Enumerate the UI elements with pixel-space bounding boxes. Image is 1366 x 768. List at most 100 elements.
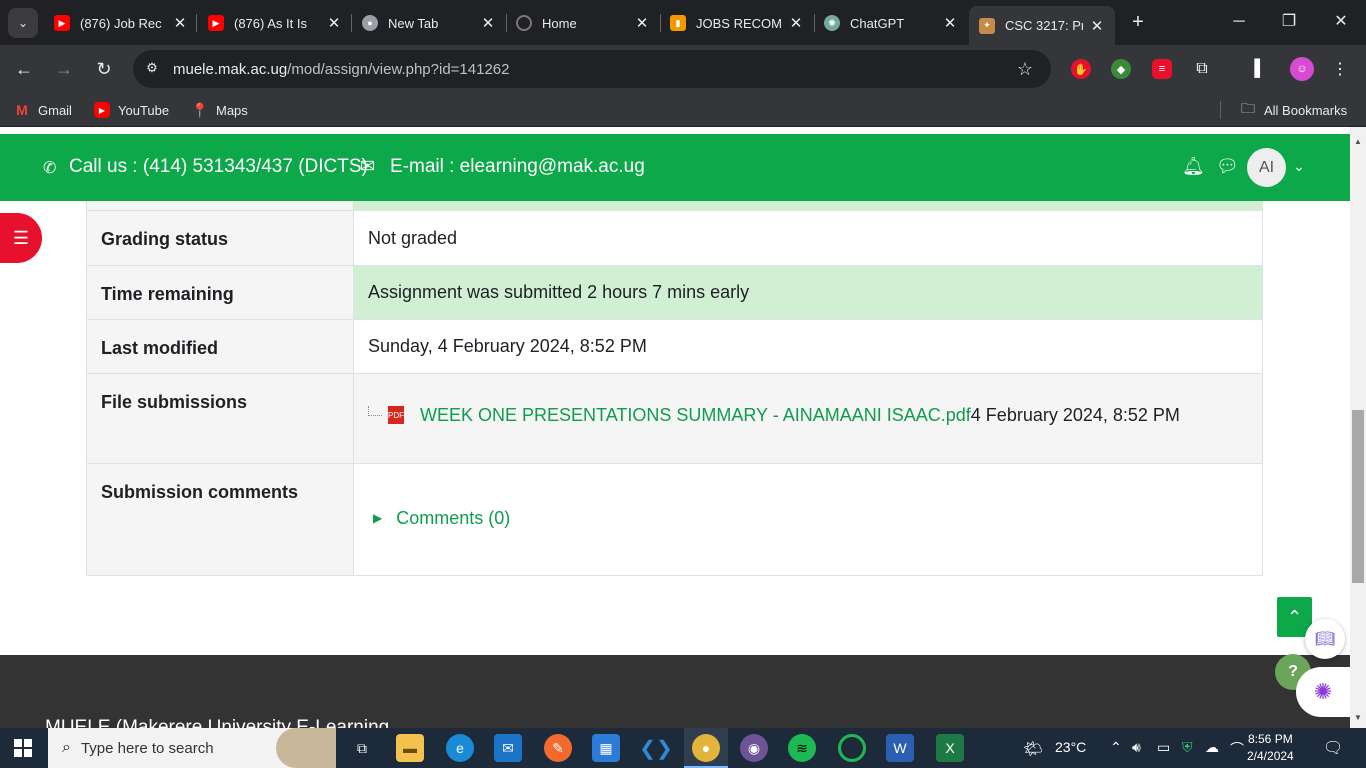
url-text[interactable]: muele.mak.ac.ug/mod/assign/view.php?id=1… [173, 61, 1013, 78]
address-bar[interactable]: ⚙ muele.mak.ac.ug/mod/assign/view.php?id… [133, 50, 1051, 88]
volume-icon[interactable]: 🔊︎ [1132, 739, 1141, 756]
profile-avatar-icon[interactable]: ☺ [1290, 57, 1314, 81]
weather-temp[interactable]: 23°C [1055, 739, 1086, 755]
task-view-icon[interactable]: ⧉ [348, 734, 376, 762]
scroll-up-icon[interactable]: ▲ [1354, 137, 1362, 146]
close-icon[interactable]: ✕ [788, 14, 804, 32]
wifi-icon[interactable]: ⌒ [1230, 739, 1244, 759]
reader-icon[interactable]: 📖︎ [1305, 619, 1345, 659]
mail-icon[interactable]: ✉ [494, 734, 522, 762]
tab-6[interactable]: ✺ ChatGPT ✕ [814, 6, 968, 40]
user-avatar[interactable]: AI [1247, 148, 1286, 187]
tab-title: JOBS RECOM [696, 15, 782, 31]
bell-icon[interactable]: 🔔︎ [1182, 156, 1205, 177]
windows-start-icon[interactable] [14, 739, 32, 757]
gmail-icon: M [16, 102, 28, 118]
close-icon[interactable]: ✕ [1089, 17, 1105, 35]
site-footer: MUELE (Makerere University E-Learning [0, 655, 1350, 728]
message-icon[interactable]: 💬︎ [1216, 156, 1239, 177]
chevron-down-icon: ⌄ [17, 16, 29, 30]
cloud-icon[interactable]: ☁ [1205, 739, 1219, 756]
comments-label: Comments (0) [396, 507, 511, 528]
bookmark-label: YouTube [118, 102, 170, 118]
edge-icon[interactable]: e [446, 734, 474, 762]
url-path: /mod/assign/view.php?id=141262 [287, 60, 510, 78]
close-icon[interactable]: ✕ [634, 14, 650, 32]
file-explorer-icon[interactable]: ▬ [396, 734, 424, 762]
tab-1[interactable]: ▶ (876) Job Rec ✕ [44, 6, 198, 40]
forward-button[interactable]: → [50, 55, 78, 83]
spotify-icon[interactable]: ≋ [788, 734, 816, 762]
site-info-icon[interactable]: ⚙ [143, 60, 161, 78]
bookmark-gmail[interactable]: M Gmail [14, 101, 72, 119]
vscode-icon[interactable]: ❮❯ [639, 734, 673, 762]
search-icon: ⌕ [62, 739, 71, 756]
brush-app-icon[interactable]: ✎ [544, 734, 572, 762]
extensions-puzzle-icon[interactable]: ⧉ [1192, 59, 1212, 79]
folder-icon: 🗀 [1241, 100, 1255, 116]
close-icon[interactable]: ✕ [480, 14, 496, 32]
table-row: Time remaining Assignment was submitted … [86, 264, 1263, 320]
email-text: E-mail : elearning@mak.ac.ug [390, 156, 645, 177]
bookmark-label: Gmail [38, 102, 72, 118]
search-highlight-image [276, 728, 336, 768]
tray-chevron-up-icon[interactable]: ⌃ [1110, 739, 1122, 756]
book-icon: ▮ [670, 15, 686, 31]
menu-kebab-icon[interactable]: ⋮ [1330, 59, 1350, 79]
extension-colorful-icon[interactable]: ◆ [1111, 59, 1131, 79]
close-icon[interactable]: ✕ [172, 14, 188, 32]
extension-hand-icon[interactable]: ✋ [1071, 59, 1091, 79]
brain-icon[interactable]: ✺ [1296, 667, 1350, 717]
bookmark-maps[interactable]: 📍 Maps [191, 101, 248, 119]
minimize-button[interactable]: ─ [1216, 8, 1262, 36]
row-value: Assignment was submitted 2 hours 7 mins … [353, 264, 1263, 320]
mail-icon: ✉ [360, 156, 376, 176]
security-shield-icon[interactable]: ⛨ [1182, 739, 1193, 756]
word-icon[interactable]: W [886, 734, 914, 762]
tab-search-button[interactable]: ⌄ [8, 8, 38, 38]
chevron-down-icon[interactable]: ⌄ [1293, 158, 1305, 175]
row-value: PDF WEEK ONE PRESENTATIONS SUMMARY - AIN… [353, 372, 1263, 464]
chrome-icon[interactable]: ● [692, 734, 720, 762]
store-icon[interactable]: ▦ [592, 734, 620, 762]
page-scrollbar[interactable]: ▲ ▼ [1350, 127, 1366, 728]
scroll-thumb[interactable] [1352, 410, 1364, 583]
site-header: ✆ Call us : (414) 531343/437 (DICTS) ✉ E… [0, 134, 1350, 201]
tab-2[interactable]: ▶ (876) As It Is ✕ [198, 6, 352, 40]
close-icon[interactable]: ✕ [942, 14, 958, 32]
excel-icon[interactable]: X [936, 734, 964, 762]
tab-7-active[interactable]: ✦ CSC 3217: Pr ✕ [969, 6, 1115, 45]
notification-icon[interactable]: 🗨︎ [1323, 738, 1343, 758]
comments-toggle[interactable]: ▶ Comments (0) [368, 508, 1248, 529]
side-panel-icon[interactable]: ▌ [1250, 59, 1270, 79]
scroll-down-icon[interactable]: ▼ [1354, 713, 1362, 722]
table-row: Submission comments ▶ Comments (0) [86, 462, 1263, 576]
close-window-button[interactable]: ✕ [1318, 8, 1364, 36]
back-button[interactable]: ← [10, 55, 38, 83]
reload-button[interactable]: ↻ [90, 55, 118, 83]
file-link[interactable]: WEEK ONE PRESENTATIONS SUMMARY - AINAMAA… [420, 405, 971, 426]
table-row: Last modified Sunday, 4 February 2024, 8… [86, 318, 1263, 374]
circle-app-icon[interactable] [838, 734, 866, 762]
bookmark-star-icon[interactable]: ☆ [1013, 59, 1037, 80]
system-clock[interactable]: 8:56 PM 2/4/2024 [1247, 731, 1294, 765]
github-icon[interactable]: ◉ [740, 734, 768, 762]
all-bookmarks[interactable]: 🗀 All Bookmarks [1240, 100, 1347, 119]
caret-right-icon: ▶ [373, 511, 383, 525]
tab-title: Home [542, 15, 577, 31]
tab-5[interactable]: ▮ JOBS RECOM ✕ [660, 6, 814, 40]
restore-button[interactable]: ❐ [1266, 8, 1312, 36]
row-value: Sunday, 4 February 2024, 8:52 PM [353, 318, 1263, 374]
battery-icon[interactable]: ▭ [1157, 739, 1170, 756]
muele-icon: ✦ [979, 17, 995, 34]
browser-toolbar: ← → ↻ ⚙ muele.mak.ac.ug/mod/assign/view.… [0, 45, 1366, 93]
course-index-toggle[interactable]: ☰ [0, 213, 42, 263]
bookmark-youtube[interactable]: ▶ YouTube [94, 101, 169, 119]
new-tab-button[interactable]: + [1126, 10, 1150, 34]
extension-red-icon[interactable]: ≡ [1152, 59, 1172, 79]
tab-4[interactable]: Home ✕ [506, 6, 660, 40]
tab-3[interactable]: ● New Tab ✕ [352, 6, 506, 40]
weather-icon: 🌤︎ [1023, 741, 1044, 758]
taskbar-search[interactable]: ⌕ Type here to search [48, 728, 336, 768]
close-icon[interactable]: ✕ [326, 14, 342, 32]
